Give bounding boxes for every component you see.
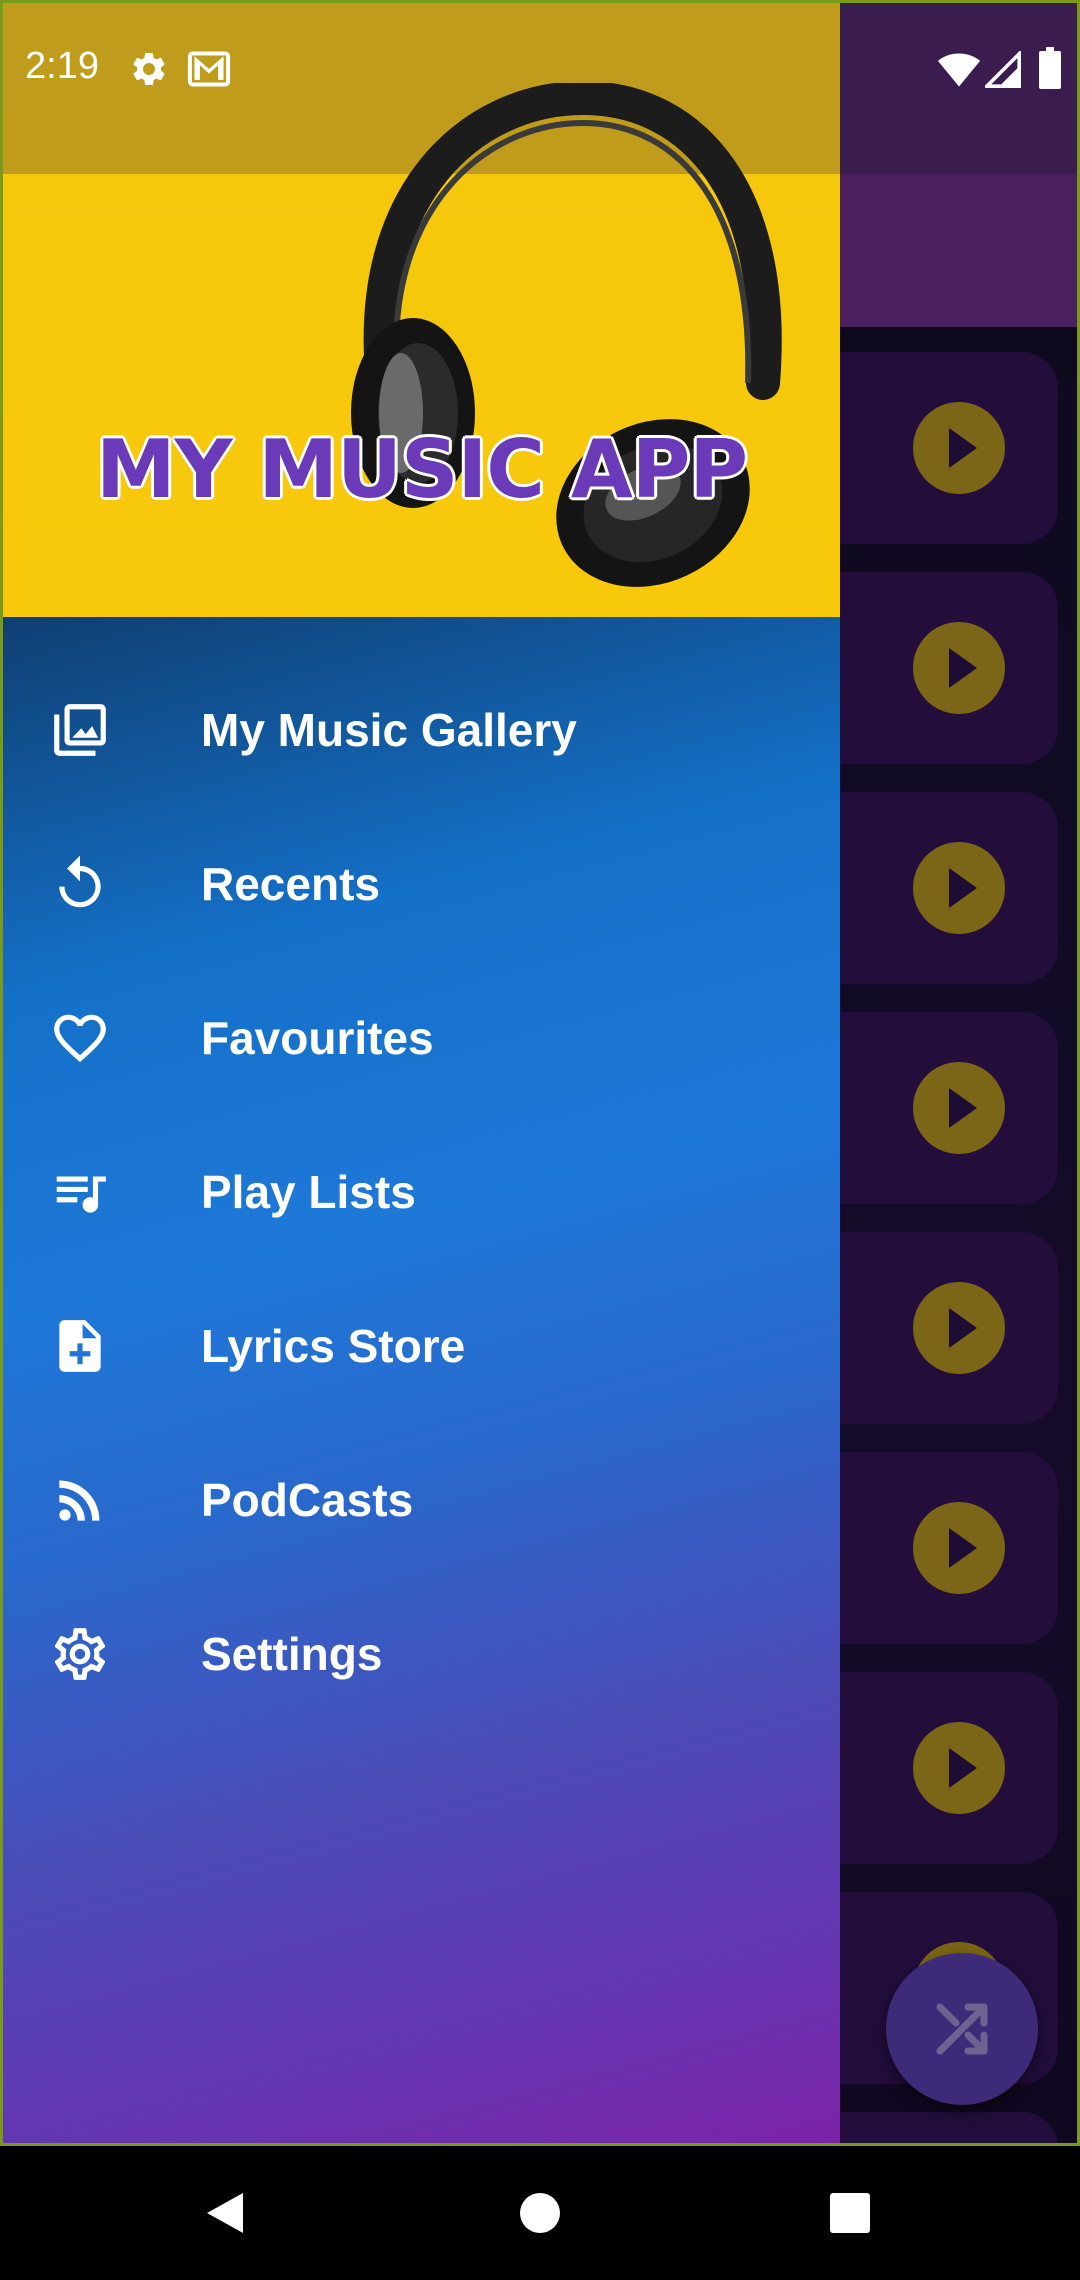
navigation-drawer: MY MUSIC APP My Music Gallery Recents Fa… [3,3,840,2143]
menu-item-my-music-gallery[interactable]: My Music Gallery [3,653,840,807]
rss-icon [49,1469,111,1531]
wifi-icon [937,51,981,89]
gallery-icon [49,699,111,761]
home-icon[interactable] [480,2146,600,2280]
app-title: MY MUSIC APP [95,423,748,516]
heart-icon [49,1007,111,1069]
play-icon[interactable] [913,402,1005,494]
gear-icon [129,49,169,89]
status-bar: 2:19 [3,3,1077,137]
battery-icon [1039,47,1061,89]
recents-icon[interactable] [790,2146,910,2280]
menu-item-label: Favourites [201,1012,434,1064]
shuffle-icon[interactable] [886,1953,1038,2105]
back-icon[interactable] [165,2146,285,2280]
menu-item-label: Play Lists [201,1166,416,1218]
status-time: 2:19 [25,45,99,87]
menu-item-label: Settings [201,1628,383,1680]
play-icon[interactable] [913,1722,1005,1814]
menu-item-recents[interactable]: Recents [3,807,840,961]
signal-icon [985,51,1021,89]
play-icon[interactable] [913,622,1005,714]
playlist-icon [49,1161,111,1223]
settings-icon [49,1623,111,1685]
menu-item-play-lists[interactable]: Play Lists [3,1115,840,1269]
mail-icon [187,49,231,89]
play-icon[interactable] [913,1282,1005,1374]
navigation-bar [0,2146,1080,2280]
menu-item-podcasts[interactable]: PodCasts [3,1423,840,1577]
note-add-icon [49,1315,111,1377]
menu-item-label: My Music Gallery [201,704,577,756]
play-icon[interactable] [913,842,1005,934]
menu-item-label: PodCasts [201,1474,414,1526]
menu-item-label: Lyrics Store [201,1320,466,1372]
headphones-image [323,83,783,603]
history-icon [49,853,111,915]
play-icon[interactable] [913,1502,1005,1594]
screen: MY MUSIC APP My Music Gallery Recents Fa… [0,0,1080,2146]
menu-item-label: Recents [201,858,380,910]
drawer-menu: My Music Gallery Recents Favourites Play… [3,617,840,2143]
menu-item-favourites[interactable]: Favourites [3,961,840,1115]
play-icon[interactable] [913,1062,1005,1154]
menu-item-settings[interactable]: Settings [3,1577,840,1731]
menu-item-lyrics-store[interactable]: Lyrics Store [3,1269,840,1423]
